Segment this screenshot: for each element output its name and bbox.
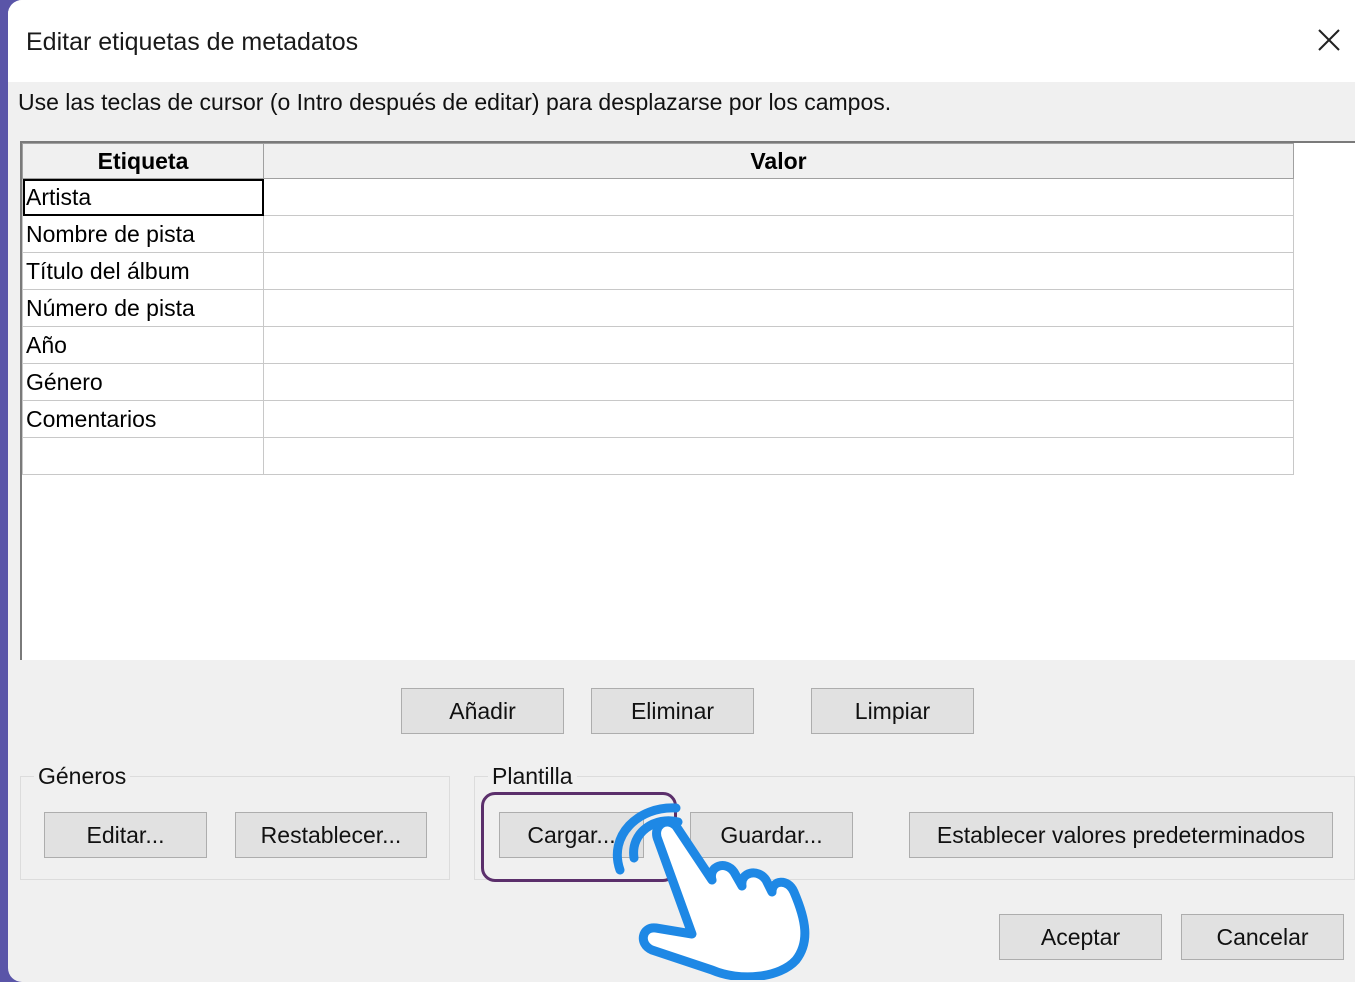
template-group-label: Plantilla [488,763,577,790]
tag-cell[interactable]: Nombre de pista [22,215,264,253]
cancel-button[interactable]: Cancelar [1181,914,1344,960]
tag-cell[interactable]: Artista [22,178,264,216]
metadata-grid: Etiqueta Valor Artista Nombre de pista T… [20,141,1355,660]
clear-button[interactable]: Limpiar [811,688,974,734]
tag-cell[interactable]: Año [22,326,264,364]
value-cell[interactable] [263,252,1294,290]
tag-cell[interactable]: Comentarios [22,400,264,438]
table-row[interactable]: Año [22,326,1294,364]
title-bar: Editar etiquetas de metadatos [8,0,1355,82]
tag-cell[interactable]: Título del álbum [22,252,264,290]
dialog-title: Editar etiquetas de metadatos [26,28,359,56]
value-cell[interactable] [263,363,1294,401]
value-cell[interactable] [263,289,1294,327]
table-row[interactable]: Título del álbum [22,252,1294,290]
close-icon[interactable] [1311,22,1347,58]
delete-button[interactable]: Eliminar [591,688,754,734]
edit-genres-button[interactable]: Editar... [44,812,207,858]
reset-genres-button[interactable]: Restablecer... [235,812,427,858]
value-cell[interactable] [263,400,1294,438]
table-row[interactable]: Número de pista [22,289,1294,327]
add-button[interactable]: Añadir [401,688,564,734]
column-header-tag[interactable]: Etiqueta [22,143,264,179]
tag-cell[interactable]: Número de pista [22,289,264,327]
set-defaults-button[interactable]: Establecer valores predeterminados [909,812,1333,858]
tag-cell[interactable]: Género [22,363,264,401]
table-row[interactable]: Artista [22,178,1294,216]
value-cell[interactable] [263,178,1294,216]
load-template-button[interactable]: Cargar... [499,812,644,858]
column-header-value[interactable]: Valor [263,143,1294,179]
table-row[interactable]: Comentarios [22,400,1294,438]
table-row[interactable]: Género [22,363,1294,401]
metadata-dialog: Editar etiquetas de metadatos Use las te… [8,0,1355,982]
value-cell[interactable] [263,437,1294,475]
value-cell[interactable] [263,215,1294,253]
table-row[interactable] [22,437,1294,475]
table-row[interactable]: Nombre de pista [22,215,1294,253]
metadata-table: Etiqueta Valor Artista Nombre de pista T… [22,143,1294,475]
instructions-text: Use las teclas de cursor (o Intro despué… [18,89,892,115]
save-template-button[interactable]: Guardar... [690,812,853,858]
ok-button[interactable]: Aceptar [999,914,1162,960]
genres-group-label: Géneros [34,763,131,790]
tag-cell[interactable] [22,437,264,475]
value-cell[interactable] [263,326,1294,364]
